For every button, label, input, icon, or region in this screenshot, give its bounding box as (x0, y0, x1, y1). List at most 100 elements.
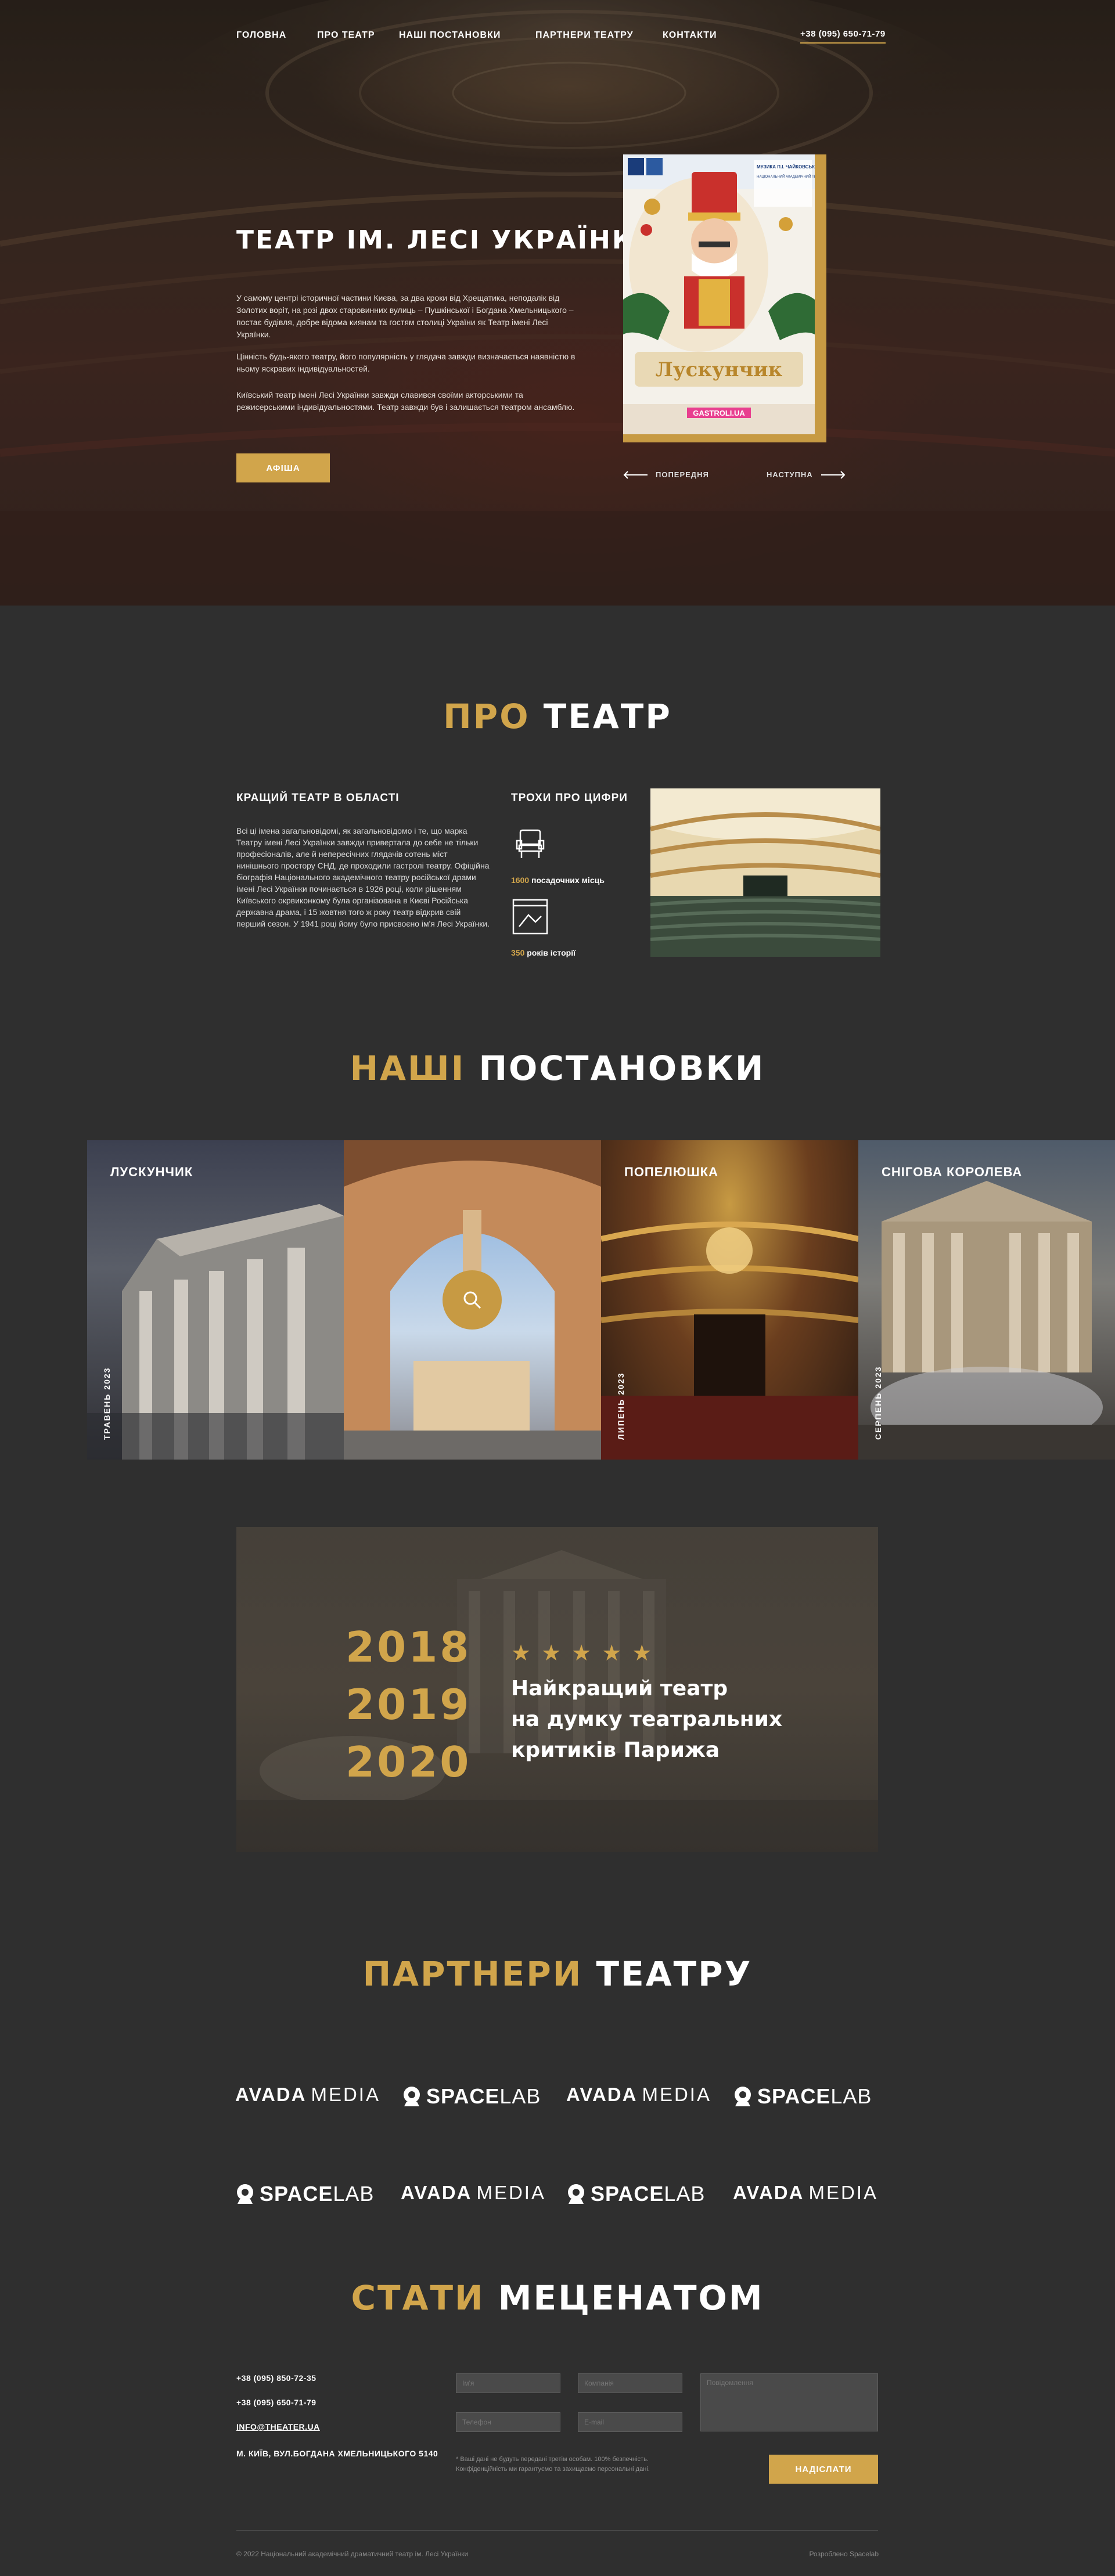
partners-title-rest: ТЕАТРУ (596, 1954, 753, 1994)
avada-text: AVADA (733, 2182, 804, 2203)
shows-title-rest: ПОСТАНОВКИ (479, 1049, 765, 1088)
hall-interior-illustration (601, 1222, 858, 1460)
avada-text: AVADA (401, 2182, 472, 2203)
partners-title-accent: ПАРТНЕРИ (362, 1954, 583, 1994)
spacelab-logo-icon (404, 2087, 420, 2106)
contact-phone-1[interactable]: +38 (095) 850-72-35 (236, 2373, 316, 2383)
arrow-right-icon (821, 470, 846, 479)
submit-button[interactable]: НАДІСЛАТИ (769, 2455, 878, 2484)
contact-address: М. КИЇВ, ВУЛ.БОГДАНА ХМЕЛЬНИЦЬКОГО 5140 (236, 2449, 438, 2458)
stat-years-number: 350 (511, 948, 525, 957)
show-card-cinderella[interactable]: ПОПЕЛЮШКА ЛИПЕНЬ 2023 (601, 1140, 858, 1460)
partner-logo-avada-media[interactable]: AVADA MEDIA (235, 2084, 380, 2106)
patron-section-title: СТАТИ МЕЦЕНАТОМ (0, 2278, 1115, 2318)
media-text: MEDIA (476, 2182, 546, 2203)
space-text: SPACE (591, 2182, 664, 2206)
footer-developer-link[interactable]: Розроблено Spacelab (809, 2550, 879, 2558)
media-text: MEDIA (311, 2084, 380, 2105)
bolshoi-illustration (858, 1181, 1115, 1460)
stat-seats: 1600 посадочних місць (511, 876, 605, 885)
show-title: ПОПЕЛЮШКА (624, 1165, 718, 1179)
award-line-1: Найкращий театр (511, 1677, 728, 1700)
show-title: СНІГОВА КОРОЛЕВА (882, 1165, 1023, 1179)
footer-copyright: © 2022 Національний академічний драматич… (236, 2550, 469, 2558)
partner-logo-spacelab[interactable]: SPACELAB (235, 2182, 374, 2206)
nav-link-home[interactable]: ГОЛОВНА (236, 30, 286, 41)
award-year-2019: 2019 (346, 1680, 472, 1729)
seat-icon (516, 829, 545, 858)
patron-title-accent: СТАТИ (351, 2278, 485, 2318)
name-field[interactable] (456, 2373, 560, 2393)
award-line-3: критиків Парижа (511, 1738, 720, 1762)
contact-phone-2[interactable]: +38 (095) 650-71-79 (236, 2398, 316, 2407)
stat-years-label: років історії (527, 948, 576, 957)
message-field[interactable] (700, 2373, 878, 2431)
nutcracker-poster[interactable]: Лускунчик GASTROLI.UA МУЗИКА П.І. ЧАЙКОВ… (623, 154, 826, 442)
partner-logo-avada-media[interactable]: AVADA MEDIA (733, 2182, 878, 2204)
lab-text: LAB (333, 2182, 375, 2206)
media-text: MEDIA (808, 2182, 878, 2203)
shows-title-accent: НАШІ (350, 1049, 466, 1088)
slider-prev[interactable]: ПОПЕРЕДНЯ (623, 470, 709, 479)
nav-link-contacts[interactable]: КОНТАКТИ (663, 30, 717, 41)
stat-years: 350 років історії (511, 948, 576, 957)
space-text: SPACE (260, 2182, 333, 2206)
space-text: SPACE (757, 2084, 831, 2108)
award-line-2: на думку театральних (511, 1707, 783, 1731)
show-date: СЕРПЕНЬ 2023 (873, 1366, 883, 1440)
poster-site: GASTROLI.UA (693, 409, 745, 417)
about-col1-heading: КРАЩИЙ ТЕАТР В ОБЛАСТІ (236, 792, 400, 804)
email-field[interactable] (578, 2412, 682, 2432)
contact-email[interactable]: INFO@THEATER.UA (236, 2422, 320, 2431)
slider-next[interactable]: НАСТУПНА (767, 470, 846, 479)
about-title-rest: ТЕАТР (543, 697, 672, 736)
lab-text: LAB (664, 2182, 706, 2206)
spacelab-logo-icon (735, 2087, 751, 2106)
slider-next-label: НАСТУПНА (767, 470, 813, 479)
about-section-title: ПРО ТЕАТР (0, 697, 1115, 736)
building-illustration (87, 1204, 344, 1460)
about-col2-heading: ТРОХИ ПРО ЦИФРИ (511, 792, 628, 804)
rating-stars-icon: ★★★★★ (511, 1640, 663, 1666)
hero-paragraph-3: Київський театр імені Лесі Українки завж… (236, 390, 575, 412)
privacy-note: * Ваші дані не будуть передані третім ос… (456, 2456, 650, 2473)
poster-top-text: МУЗИКА П.І. ЧАЙКОВСЬКОГО (757, 164, 815, 170)
partner-logo-avada-media[interactable]: AVADA MEDIA (401, 2182, 546, 2204)
building-icon (512, 899, 548, 935)
show-card-nutcracker[interactable]: ЛУСКУНЧИК ТРАВЕНЬ 2023 (87, 1140, 344, 1460)
award-year-2020: 2020 (346, 1738, 472, 1786)
partner-logo-avada-media[interactable]: AVADA MEDIA (566, 2084, 711, 2106)
nav-link-about[interactable]: ПРО ТЕАТР (317, 30, 375, 41)
theater-hall-photo (650, 788, 880, 957)
header-phone-link[interactable]: +38 (095) 650-71-79 (800, 29, 886, 44)
award-text: Найкращий театр на думку театральних кри… (511, 1673, 782, 1766)
hero-paragraph-1: У самому центрі історичної частини Києва… (236, 293, 574, 339)
media-text: MEDIA (642, 2084, 711, 2105)
show-card-snow-queen[interactable]: СНІГОВА КОРОЛЕВА СЕРПЕНЬ 2023 (858, 1140, 1115, 1460)
avada-text: AVADA (235, 2084, 307, 2105)
partner-logo-spacelab[interactable]: SPACELAB (566, 2182, 705, 2206)
search-icon (463, 1291, 481, 1309)
slider-prev-label: ПОПЕРЕДНЯ (656, 470, 709, 479)
partners-section-title: ПАРТНЕРИ ТЕАТРУ (0, 1954, 1115, 1994)
phone-field[interactable] (456, 2412, 560, 2432)
footer-divider (236, 2530, 878, 2531)
afisha-button[interactable]: АФІША (236, 453, 330, 482)
spacelab-logo-icon (237, 2184, 253, 2204)
partner-logo-spacelab[interactable]: SPACELAB (402, 2084, 541, 2109)
stat-seats-label: посадочних місць (531, 876, 605, 885)
partner-logo-spacelab[interactable]: SPACELAB (733, 2084, 872, 2109)
company-field[interactable] (578, 2373, 682, 2393)
poster-theatre-text: НАЦІОНАЛЬНИЙ АКАДЕМІЧНИЙ ТЕАТР (757, 174, 815, 179)
search-button[interactable] (443, 1270, 502, 1330)
arrow-left-icon (623, 470, 648, 479)
lab-text: LAB (499, 2084, 541, 2108)
show-date: ЛИПЕНЬ 2023 (616, 1372, 625, 1440)
hero-paragraph-2: Цінність будь-якого театру, його популяр… (236, 352, 576, 373)
spacelab-logo-icon (568, 2184, 584, 2204)
poster-artwork: Лускунчик GASTROLI.UA МУЗИКА П.І. ЧАЙКОВ… (623, 154, 815, 434)
avada-text: AVADA (566, 2084, 638, 2105)
nav-link-shows[interactable]: НАШІ ПОСТАНОВКИ (399, 30, 501, 41)
show-title: ЛУСКУНЧИК (110, 1165, 193, 1179)
nav-link-partners[interactable]: ПАРТНЕРИ ТЕАТРУ (535, 30, 634, 41)
